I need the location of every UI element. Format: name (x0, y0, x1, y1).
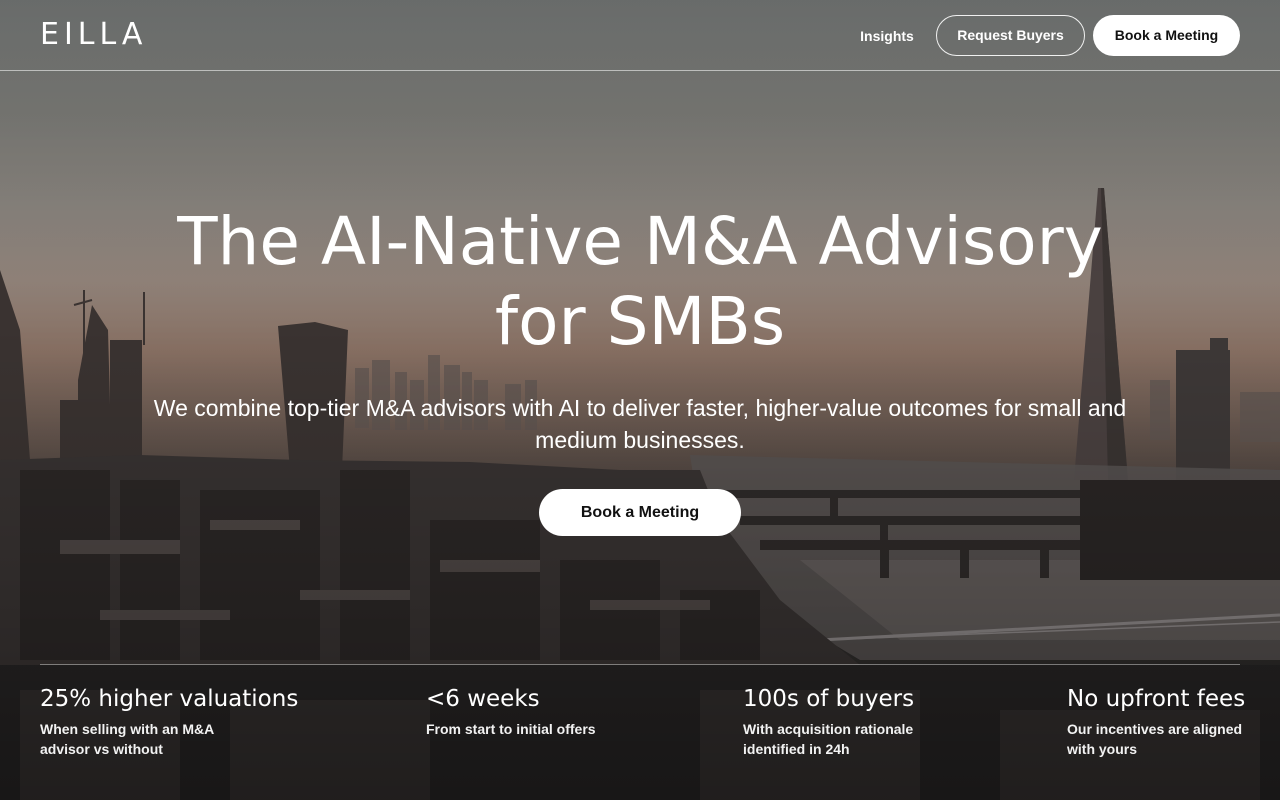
stat-value: <6 weeks (426, 686, 540, 712)
stat-value: 25% higher valuations (40, 686, 299, 712)
stat-item-buyers: 100s of buyers With acquisition rational… (743, 684, 943, 759)
stats-divider (40, 664, 1240, 665)
hero-book-meeting-button[interactable]: Book a Meeting (539, 489, 741, 536)
stat-description: When selling with an M&A advisor vs with… (40, 721, 214, 757)
hero-subtitle: We combine top-tier M&A advisors with AI… (153, 395, 1127, 453)
hero-title-line-1: The AI-Native M&A Advisory (177, 203, 1103, 280)
stat-description: From start to initial offers (426, 721, 596, 737)
request-buyers-button[interactable]: Request Buyers (936, 15, 1085, 56)
stat-item-valuations: 25% higher valuations When selling with … (40, 684, 299, 759)
hero-title: The AI-Native M&A Advisory for SMBs (100, 202, 1180, 362)
site-header: EILLA Insights Request Buyers Book a Mee… (0, 0, 1280, 71)
stat-item-fees: No upfront fees Our incentives are align… (1067, 684, 1247, 759)
header-book-meeting-button[interactable]: Book a Meeting (1093, 15, 1240, 56)
stat-value: 100s of buyers (743, 686, 915, 712)
nav-link-insights[interactable]: Insights (848, 24, 926, 48)
hero-page: EILLA Insights Request Buyers Book a Mee… (0, 0, 1280, 800)
hero-title-line-2: for SMBs (494, 283, 786, 360)
stat-description: Our incentives are aligned with yours (1067, 721, 1243, 757)
stat-value: No upfront fees (1067, 686, 1246, 712)
stat-description: With acquisition rationale identified in… (743, 721, 914, 757)
eilla-logo[interactable]: EILLA (40, 18, 147, 52)
stat-item-timeline: <6 weeks From start to initial offers (426, 684, 646, 739)
